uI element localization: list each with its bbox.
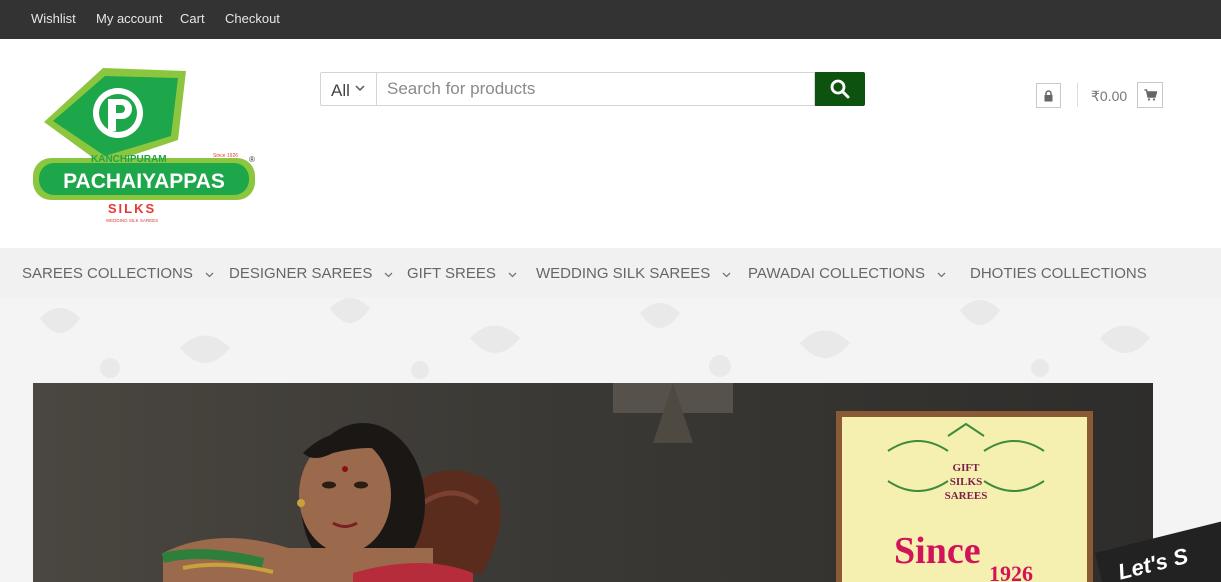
nav-label: DESIGNER SAREES — [229, 265, 373, 282]
my-account-link[interactable]: My account — [96, 11, 162, 26]
nav-item-pawadai-collections[interactable]: PAWADAI COLLECTIONS — [748, 265, 946, 282]
svg-text:SAREES: SAREES — [945, 490, 988, 502]
wishlist-link[interactable]: Wishlist — [31, 11, 76, 26]
nav-label: WEDDING SILK SAREES — [536, 265, 711, 282]
top-bar: Wishlist My account Cart Checkout — [0, 0, 1221, 39]
nav-label: PAWADAI COLLECTIONS — [748, 265, 925, 282]
svg-text:®: ® — [249, 155, 255, 164]
chevron-down-icon — [355, 84, 365, 95]
header-divider — [1077, 83, 1078, 107]
svg-text:PACHAIYAPPAS: PACHAIYAPPAS — [63, 170, 225, 193]
svg-text:WEDDING SILK SAREES: WEDDING SILK SAREES — [106, 218, 158, 223]
svg-text:GIFT: GIFT — [953, 462, 981, 474]
cart-icon — [1144, 89, 1157, 101]
svg-text:1926: 1926 — [989, 561, 1033, 582]
svg-text:Since: Since — [894, 530, 981, 572]
svg-text:SILKS: SILKS — [108, 201, 156, 216]
saree-model-photo: GIFT SILKS SAREES Since 1926 — [33, 383, 1153, 582]
search-icon — [830, 79, 850, 99]
category-select[interactable]: All — [320, 72, 376, 106]
nav-item-gift-srees[interactable]: GIFT SREES — [407, 265, 517, 282]
login-button[interactable] — [1036, 83, 1061, 108]
corner-promo-text: Let's S — [1115, 543, 1191, 582]
main-nav: SAREES COLLECTIONS DESIGNER SAREES GIFT … — [0, 248, 1221, 298]
nav-label: GIFT SREES — [407, 265, 496, 282]
lock-icon — [1044, 89, 1053, 101]
search-button[interactable] — [815, 72, 865, 106]
svg-text:Since 1926: Since 1926 — [213, 153, 238, 159]
hero-banner[interactable]: GIFT SILKS SAREES Since 1926 — [33, 383, 1153, 582]
checkout-link[interactable]: Checkout — [225, 11, 280, 26]
product-search: All — [320, 72, 865, 106]
svg-text:KANCHIPURAM: KANCHIPURAM — [91, 154, 167, 165]
nav-label: DHOTIES COLLECTIONS — [970, 265, 1147, 282]
svg-text:SILKS: SILKS — [950, 476, 982, 488]
chevron-down-icon — [205, 269, 214, 281]
search-input[interactable] — [376, 72, 815, 106]
chevron-down-icon — [508, 269, 517, 281]
nav-item-wedding-silk-sarees[interactable]: WEDDING SILK SAREES — [536, 265, 731, 282]
cart-total[interactable]: ₹0.00 — [1091, 88, 1127, 105]
pachaiyappas-logo-icon: KANCHIPURAM Since 1926 ® PACHAIYAPPAS SI… — [33, 68, 255, 223]
chevron-down-icon — [937, 269, 946, 281]
chevron-down-icon — [722, 269, 731, 281]
site-logo[interactable]: KANCHIPURAM Since 1926 ® PACHAIYAPPAS SI… — [30, 68, 262, 226]
nav-label: SAREES COLLECTIONS — [22, 265, 193, 282]
nav-item-sarees-collections[interactable]: SAREES COLLECTIONS — [22, 265, 214, 282]
nav-item-designer-sarees[interactable]: DESIGNER SAREES — [229, 265, 393, 282]
category-select-label: All — [331, 81, 350, 100]
cart-link[interactable]: Cart — [180, 11, 205, 26]
nav-item-dhoties-collections[interactable]: DHOTIES COLLECTIONS — [970, 265, 1147, 282]
chevron-down-icon — [384, 269, 393, 281]
mini-cart-button[interactable] — [1137, 82, 1163, 108]
